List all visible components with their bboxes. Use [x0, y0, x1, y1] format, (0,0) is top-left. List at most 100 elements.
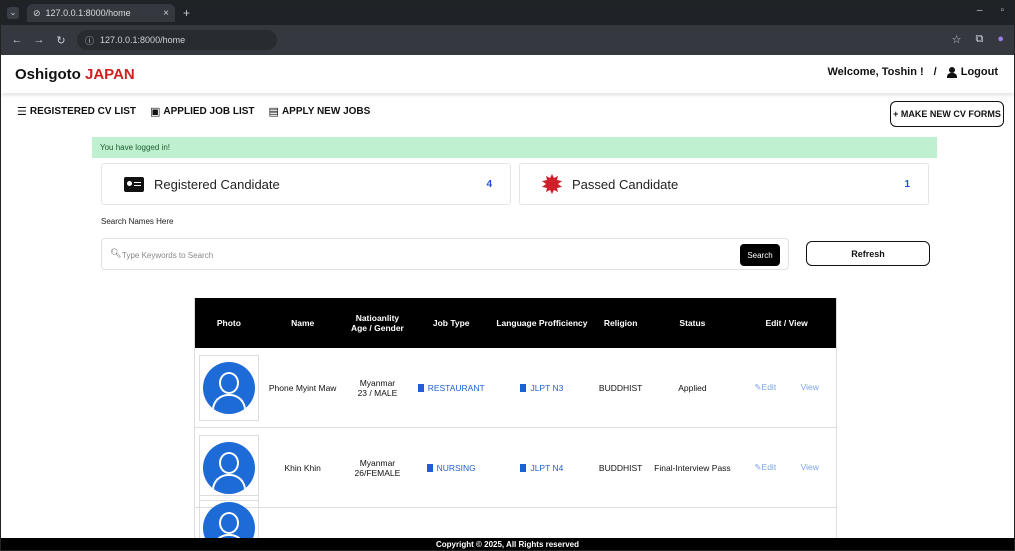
nav-label: APPLIED JOB LIST	[163, 106, 255, 117]
language-link[interactable]: JLPT N3	[490, 383, 594, 393]
restore-icon[interactable]: ▫	[1000, 5, 1004, 16]
table-row: Khin Khin Myanmar 26/FEMALE NURSING JLPT…	[195, 428, 836, 508]
nav-apply-new-jobs[interactable]: ▤ APPLY NEW JOBS	[269, 105, 371, 118]
user-avatar-icon	[203, 361, 255, 414]
nav-label: REGISTERED CV LIST	[29, 106, 136, 117]
nav-label: APPLY NEW JOBS	[281, 106, 371, 117]
profile-icon[interactable]: ●	[997, 33, 1004, 46]
job-label: RESTAURANT	[427, 382, 485, 393]
religion-cell: BUDDHIST	[598, 382, 643, 393]
header-religion: Religion	[603, 318, 638, 328]
header-nationality: Natioanlity Age / Gender	[343, 313, 413, 333]
job-type-link[interactable]: NURSING	[412, 463, 490, 473]
make-new-cv-button[interactable]: + MAKE NEW CV FORMS	[890, 101, 1004, 127]
edit-label: Edit	[761, 462, 777, 472]
header-edit-view: Edit / View	[765, 318, 808, 328]
nationality-cell: Myanmar 23 / MALE	[343, 378, 413, 398]
browser-tab-bar: ⌄ ⊘ 127.0.0.1:8000/home × + – ▫	[1, 1, 1014, 25]
card-count: 1	[904, 178, 910, 190]
age-gender: 23 / MALE	[357, 387, 398, 398]
forward-icon[interactable]: →	[33, 34, 45, 46]
passed-candidate-card: Passed Candidate 1	[519, 163, 929, 205]
document-icon	[520, 383, 527, 392]
brand-accent: JAPAN	[85, 65, 135, 83]
religion-cell: BUDDHIST	[598, 462, 643, 473]
url-text: 127.0.0.1:8000/home	[100, 35, 186, 45]
window-controls: – ▫	[977, 5, 1004, 16]
search-label: Search Names Here	[101, 217, 174, 226]
search-container: 🔍︎ Search	[101, 238, 789, 270]
tab-title: 127.0.0.1:8000/home	[45, 8, 131, 18]
login-success-alert: You have logged in!	[92, 137, 937, 158]
browser-window: ⌄ ⊘ 127.0.0.1:8000/home × + – ▫ ← → ↻ ⓘ …	[0, 0, 1015, 551]
avatar	[199, 354, 259, 421]
header-language: Language Profficiency	[496, 318, 588, 328]
lang-label: JLPT N3	[530, 382, 564, 393]
header-name: Name	[291, 318, 315, 328]
reload-icon[interactable]: ↻	[55, 34, 67, 47]
header-job-type: Job Type	[432, 318, 470, 328]
photo-cell	[195, 434, 263, 501]
tab-search-icon[interactable]: ⌄	[7, 7, 19, 19]
card-title: Passed Candidate	[572, 176, 679, 192]
edit-link[interactable]: ✎Edit	[754, 462, 776, 472]
header-status: Status	[679, 318, 706, 328]
extensions-icon[interactable]: ⧉	[975, 33, 983, 46]
table-row: Phone Myint Maw Myanmar 23 / MALE RESTAU…	[195, 348, 836, 428]
brand-logo[interactable]: Oshigoto JAPAN	[15, 66, 135, 83]
edit-view-cell: ✎Edit View	[737, 462, 836, 473]
url-input[interactable]: ⓘ 127.0.0.1:8000/home	[77, 30, 277, 50]
nationality: Myanmar	[359, 377, 396, 388]
logout-label: Logout	[960, 66, 998, 78]
bookmark-star-icon[interactable]: ☆	[952, 33, 962, 46]
new-tab-icon[interactable]: +	[183, 6, 190, 20]
refresh-button[interactable]: Refresh	[806, 241, 930, 266]
close-icon[interactable]: ×	[163, 8, 169, 19]
search-button[interactable]: Search	[740, 244, 780, 266]
nationality-cell: Myanmar 26/FEMALE	[343, 458, 413, 478]
name-cell: Khin Khin	[284, 462, 321, 473]
search-input[interactable]	[122, 246, 722, 264]
status-cell: Final-Interview Pass	[654, 462, 731, 473]
user-avatar-icon	[203, 441, 255, 494]
nav-applied-job-list[interactable]: ▣ APPLIED JOB LIST	[150, 105, 255, 118]
newspaper-icon: ▤	[268, 106, 279, 118]
view-link[interactable]: View	[801, 382, 819, 392]
header-nat-line1: Natioanlity	[355, 313, 400, 323]
nav-registered-cv-list[interactable]: ☰ REGISTERED CV LIST	[17, 105, 136, 118]
browser-tab[interactable]: ⊘ 127.0.0.1:8000/home ×	[27, 4, 175, 22]
job-type-link[interactable]: RESTAURANT	[412, 383, 490, 393]
logout-link[interactable]: Logout	[946, 66, 998, 78]
welcome-text: Welcome, Toshin !	[827, 66, 924, 78]
user-area: Welcome, Toshin ! / Logout	[828, 66, 999, 78]
app-header: Oshigoto JAPAN Welcome, Toshin ! / Logou…	[1, 55, 1014, 93]
edit-icon: ✎	[754, 382, 762, 392]
edit-link[interactable]: ✎Edit	[754, 382, 776, 392]
view-link[interactable]: View	[801, 462, 819, 472]
back-icon[interactable]: ←	[11, 34, 23, 46]
age-gender: 26/FEMALE	[354, 467, 401, 478]
site-info-icon[interactable]: ⓘ	[85, 34, 94, 47]
edit-view-cell: ✎Edit View	[737, 382, 836, 393]
edit-label: Edit	[761, 382, 777, 392]
brand-main: Oshigoto	[15, 65, 81, 83]
avatar	[199, 434, 259, 501]
separator: /	[933, 66, 937, 78]
seal-icon	[542, 174, 562, 194]
card-count: 4	[486, 178, 492, 190]
user-icon	[946, 66, 957, 78]
briefcase-icon: ▣	[150, 106, 161, 118]
id-card-icon	[124, 176, 144, 192]
main-nav: ☰ REGISTERED CV LIST ▣ APPLIED JOB LIST …	[17, 105, 370, 118]
document-icon	[520, 463, 527, 472]
lang-label: JLPT N4	[530, 462, 564, 473]
photo-cell	[195, 354, 263, 421]
edit-icon: ✎	[754, 462, 762, 472]
name-cell: Phone Myint Maw	[268, 382, 337, 393]
minimize-icon[interactable]: –	[977, 5, 983, 16]
toolbar-actions: ☆ ⧉ ●	[952, 33, 1004, 46]
page-footer: Copyright © 2025, All Rights reserved	[1, 538, 1014, 550]
status-cell: Applied	[678, 382, 707, 393]
search-icon: 🔍︎	[110, 248, 122, 258]
language-link[interactable]: JLPT N4	[490, 463, 594, 473]
